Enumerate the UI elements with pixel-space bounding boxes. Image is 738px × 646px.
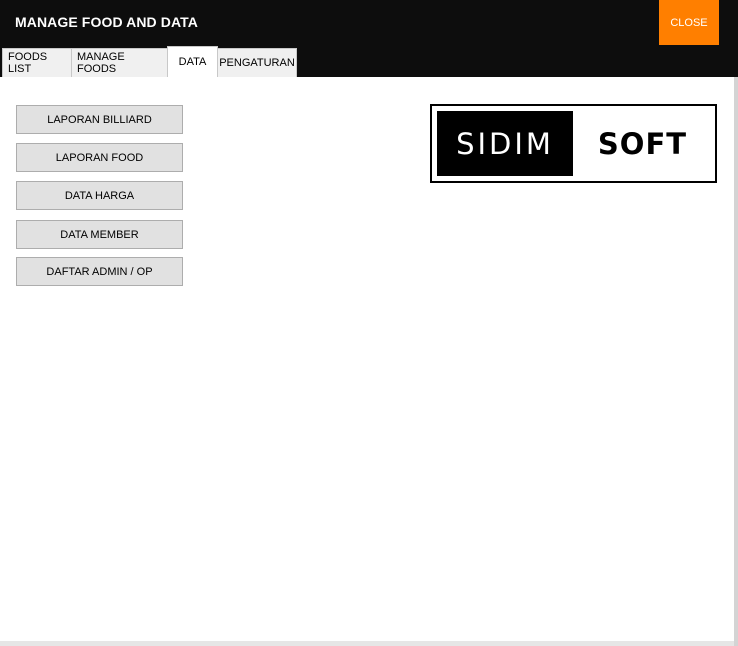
close-button[interactable]: CLOSE [659, 0, 719, 45]
tab-pengaturan[interactable]: PENGATURAN [217, 48, 297, 77]
tab-foods-list[interactable]: FOODS LIST [2, 48, 72, 77]
sidim-soft-logo: SIDIM SOFT [430, 104, 717, 183]
data-tab-panel: LAPORAN BILLIARD LAPORAN FOOD DATA HARGA… [0, 77, 734, 641]
window-title: MANAGE FOOD AND DATA [15, 14, 198, 30]
logo-right-text: SOFT [597, 126, 688, 161]
daftar-admin-op-button[interactable]: DAFTAR ADMIN / OP [16, 257, 183, 286]
laporan-billiard-button[interactable]: LAPORAN BILLIARD [16, 105, 183, 134]
tab-data[interactable]: DATA [167, 46, 218, 77]
window-bottom-border [0, 641, 734, 646]
tab-manage-foods[interactable]: MANAGE FOODS [71, 48, 168, 77]
data-harga-button[interactable]: DATA HARGA [16, 181, 183, 210]
laporan-food-button[interactable]: LAPORAN FOOD [16, 143, 183, 172]
window-right-border [734, 77, 738, 646]
logo-left-text: SIDIM [437, 111, 573, 176]
manage-food-window: MANAGE FOOD AND DATA CLOSE FOODS LIST MA… [0, 0, 738, 646]
data-member-button[interactable]: DATA MEMBER [16, 220, 183, 249]
tab-bar: FOODS LIST MANAGE FOODS DATA PENGATURAN [2, 46, 297, 77]
